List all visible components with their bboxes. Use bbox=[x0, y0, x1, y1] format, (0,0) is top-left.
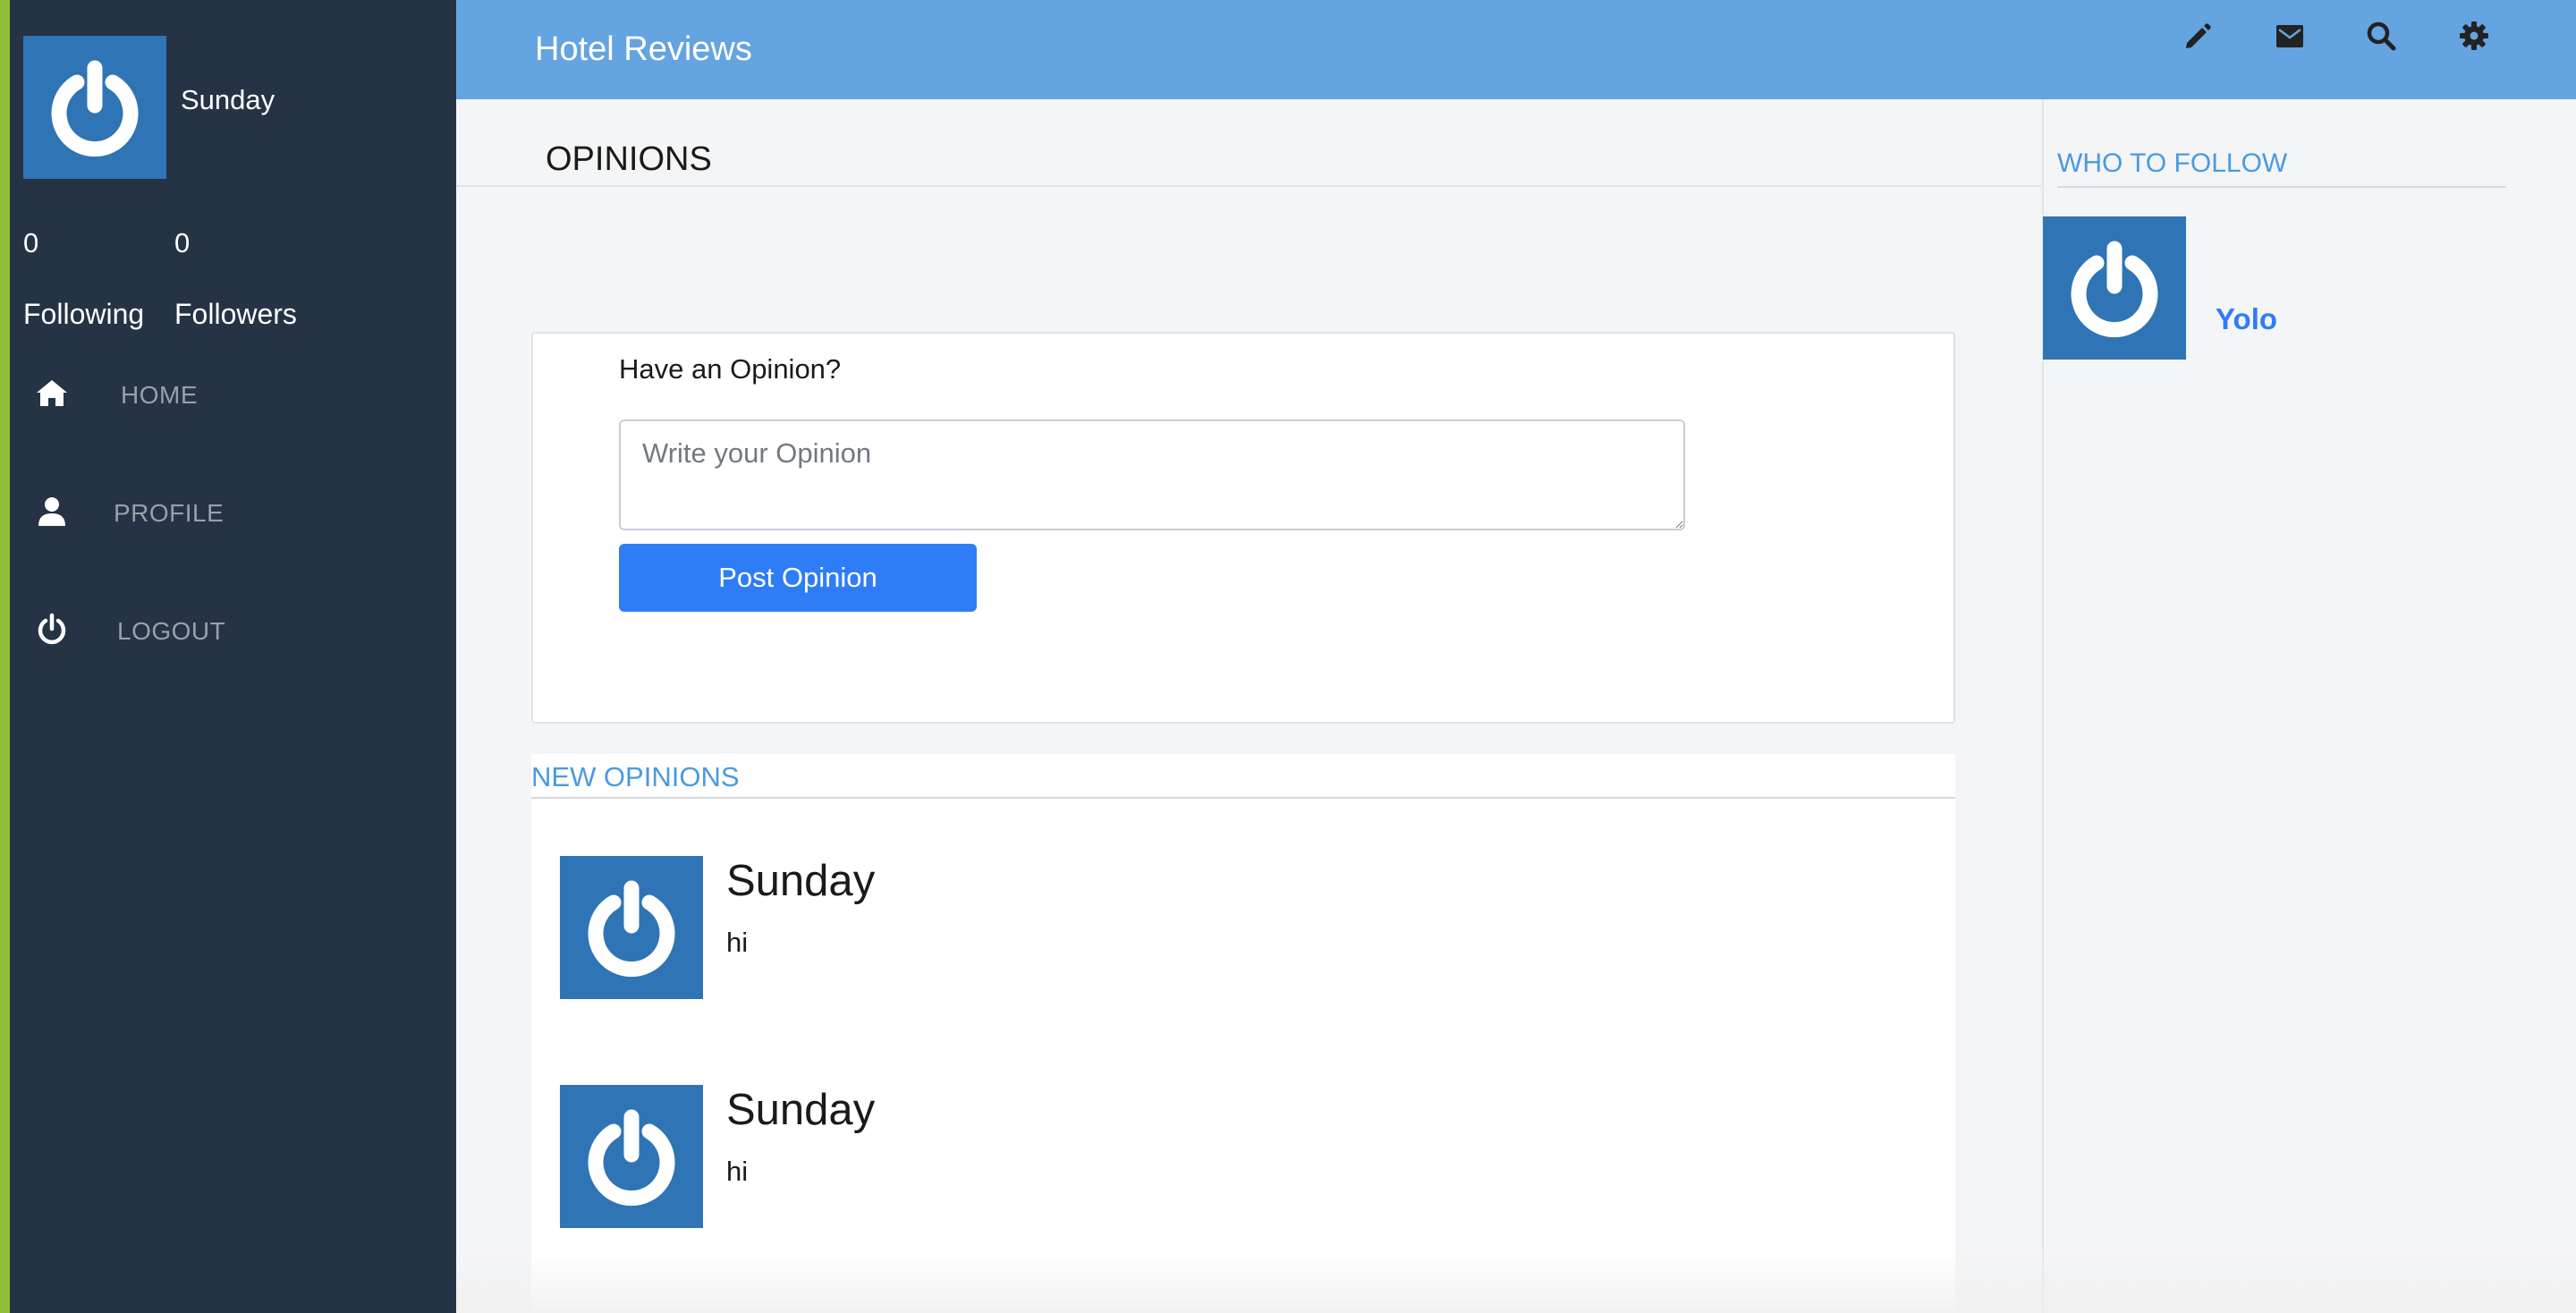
composer-prompt: Have an Opinion? bbox=[619, 353, 842, 385]
top-bar: Hotel Reviews bbox=[456, 0, 2576, 99]
opinion-text: hi bbox=[726, 1156, 749, 1187]
main-content: Hotel Reviews OPINIONS Have an Opinion? … bbox=[456, 0, 2576, 1313]
user-icon bbox=[38, 497, 65, 526]
opinion-avatar[interactable] bbox=[560, 1085, 703, 1228]
nav-item-profile[interactable]: PROFILE bbox=[10, 476, 456, 556]
opinion-feed: Sunday hi Sunday hi bbox=[531, 799, 1955, 1313]
gear-icon[interactable] bbox=[2456, 18, 2492, 54]
pencil-icon[interactable] bbox=[2180, 18, 2216, 54]
power-logo-icon bbox=[560, 1085, 703, 1228]
opinion-avatar[interactable] bbox=[560, 856, 703, 999]
opinion-author[interactable]: Sunday bbox=[726, 856, 875, 906]
sidebar: Sunday 0 0 Following Followers HOME PROF… bbox=[10, 0, 456, 1313]
nav-item-home[interactable]: HOME bbox=[10, 358, 456, 438]
new-opinions-label: NEW OPINIONS bbox=[531, 761, 740, 792]
following-label[interactable]: Following bbox=[23, 298, 144, 331]
power-logo-icon bbox=[23, 36, 166, 179]
suggested-user-avatar[interactable] bbox=[2043, 216, 2186, 360]
nav-label-home: HOME bbox=[121, 381, 198, 409]
opinion-composer: Have an Opinion? Post Opinion bbox=[531, 332, 1955, 724]
envelope-icon[interactable] bbox=[2272, 18, 2308, 54]
home-icon bbox=[37, 380, 67, 406]
title-divider bbox=[456, 185, 2041, 187]
opinion-input[interactable] bbox=[619, 419, 1685, 530]
page-title: OPINIONS bbox=[546, 140, 712, 179]
who-to-follow-header: WHO TO FOLLOW bbox=[2057, 148, 2506, 188]
power-logo-icon bbox=[560, 856, 703, 999]
sidebar-username: Sunday bbox=[181, 84, 275, 115]
profile-avatar[interactable] bbox=[23, 36, 166, 179]
following-count: 0 bbox=[23, 227, 39, 258]
power-logo-icon bbox=[2043, 216, 2186, 360]
opinion-author[interactable]: Sunday bbox=[726, 1085, 875, 1135]
nav-label-logout: LOGOUT bbox=[117, 617, 226, 645]
opinion-item: Sunday hi bbox=[531, 1028, 1955, 1228]
opinion-item: Sunday hi bbox=[531, 799, 1955, 999]
opinion-text: hi bbox=[726, 927, 749, 958]
nav-label-profile: PROFILE bbox=[114, 499, 225, 527]
power-icon bbox=[38, 613, 66, 645]
followers-label[interactable]: Followers bbox=[174, 298, 297, 331]
new-opinions-header: NEW OPINIONS bbox=[531, 754, 1955, 799]
app-title[interactable]: Hotel Reviews bbox=[535, 30, 752, 69]
search-icon[interactable] bbox=[2363, 18, 2399, 54]
followers-count: 0 bbox=[174, 227, 191, 258]
post-opinion-button[interactable]: Post Opinion bbox=[619, 544, 977, 612]
nav-item-logout[interactable]: LOGOUT bbox=[10, 594, 456, 674]
who-to-follow-label: WHO TO FOLLOW bbox=[2057, 148, 2288, 178]
suggested-user-name[interactable]: Yolo bbox=[2216, 302, 2277, 336]
